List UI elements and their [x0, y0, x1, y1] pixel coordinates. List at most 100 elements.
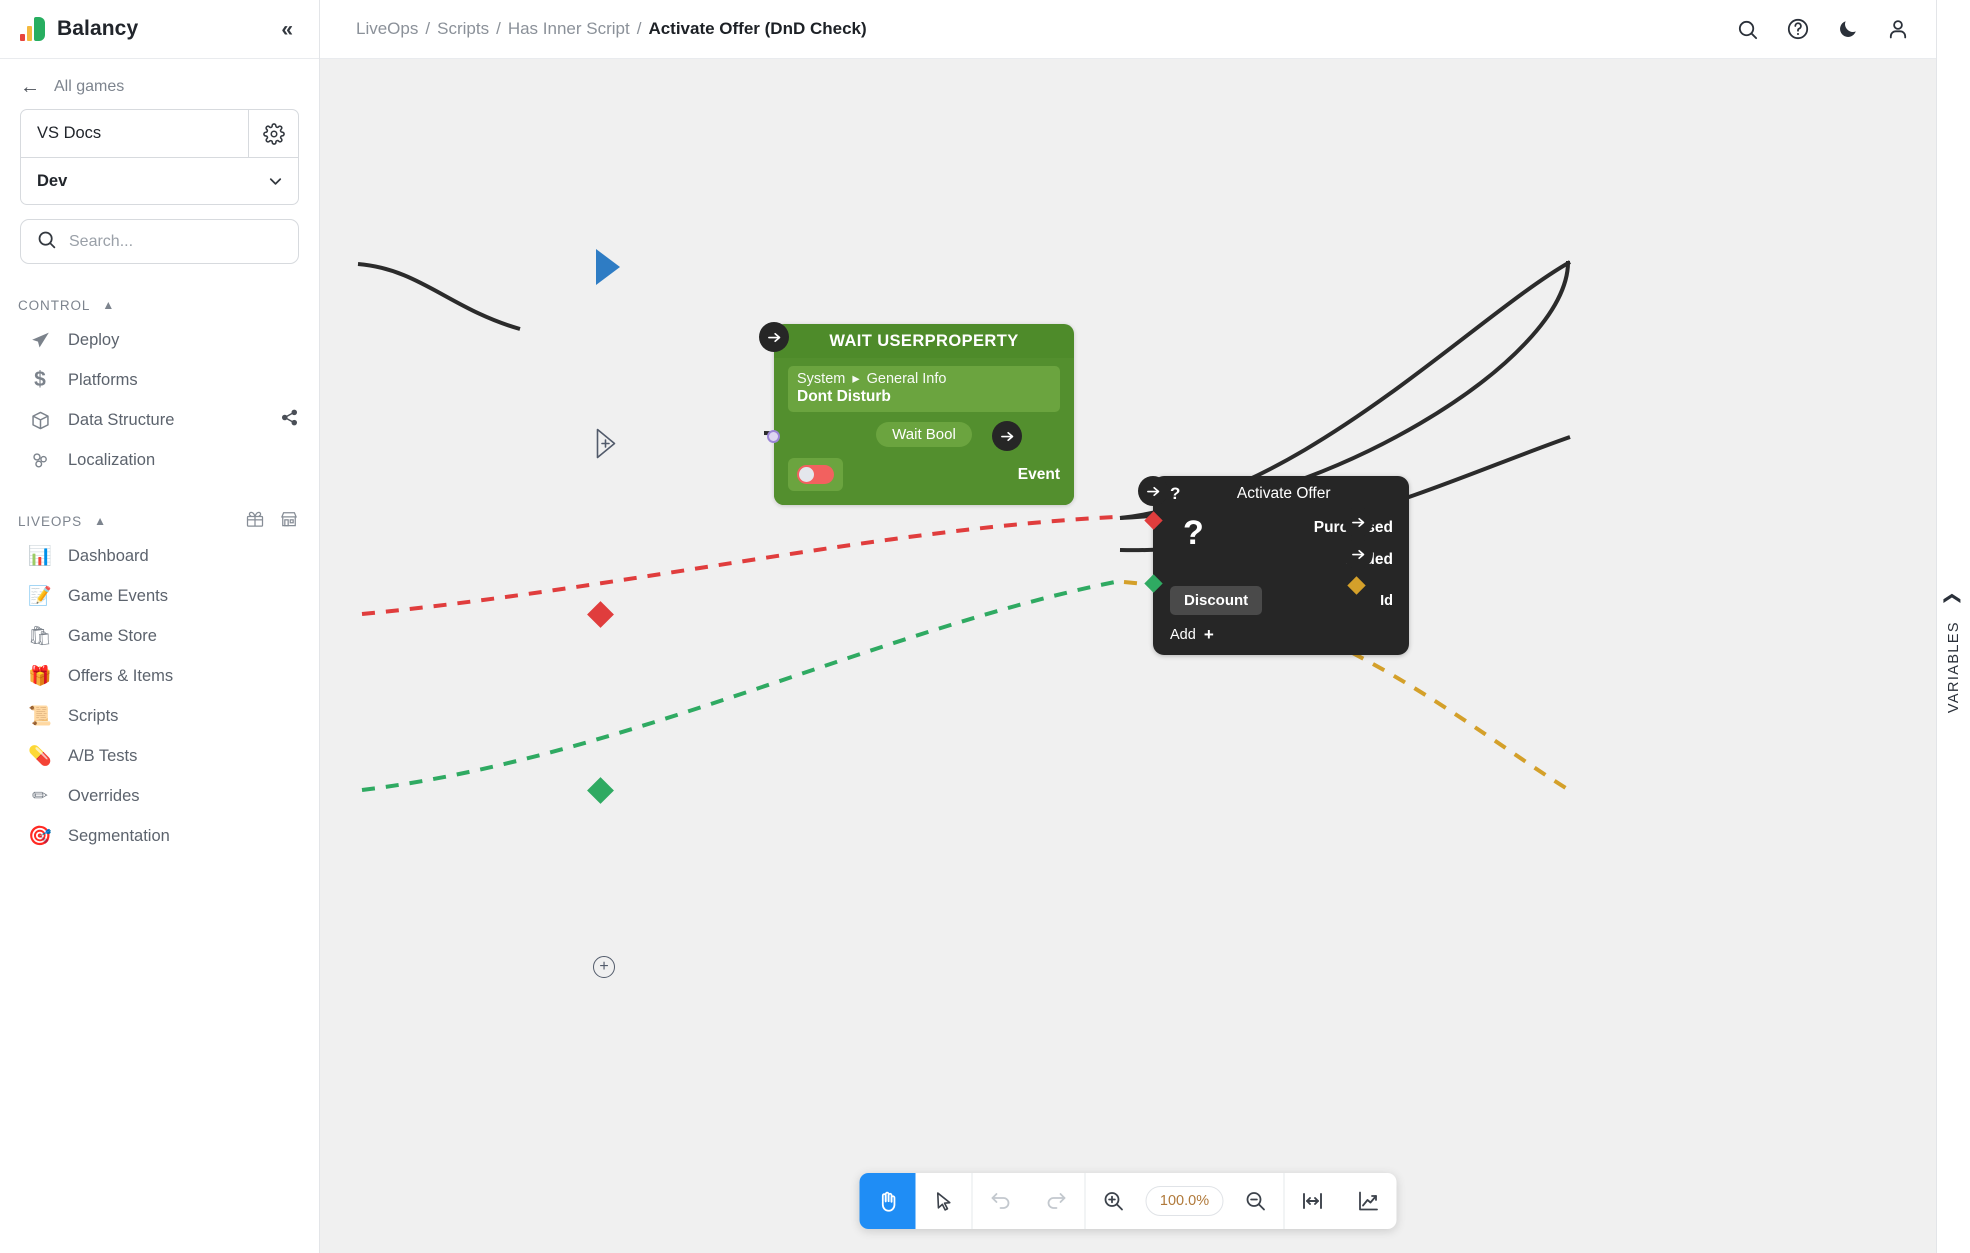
sidebar-item-label: Localization — [68, 451, 155, 470]
script-canvas[interactable]: + + ❮ WAIT USERPROPERTY System ▸ General… — [320, 59, 1936, 1253]
zoom-out-button[interactable] — [1228, 1173, 1284, 1229]
zoom-level-value[interactable]: 100.0% — [1146, 1186, 1224, 1216]
node-wait-userproperty[interactable]: WAIT USERPROPERTY System ▸ General Info … — [774, 324, 1074, 505]
user-account-icon[interactable] — [1886, 17, 1910, 41]
sidebar-item-platforms[interactable]: $Platforms — [0, 360, 319, 400]
node-output-label-id: Id — [1380, 593, 1393, 609]
sidebar-item-overrides[interactable]: ✏ Overrides — [0, 776, 319, 816]
bar-chart-emoji-icon: 📊 — [28, 544, 52, 568]
sidebar-item-label: Game Events — [68, 587, 168, 606]
sidebar-item-segmentation[interactable]: 🎯Segmentation — [0, 816, 319, 856]
node-input-port[interactable] — [759, 322, 789, 352]
sidebar-search — [0, 205, 319, 264]
edge-connections — [320, 59, 1936, 1253]
pan-hand-tool[interactable] — [860, 1173, 916, 1229]
wait-bool-toggle[interactable] — [788, 458, 843, 491]
sidebar-item-dashboard[interactable]: 📊Dashboard — [0, 536, 319, 576]
brand-row: Balancy « — [0, 0, 319, 59]
sidebar-item-label: Data Structure — [68, 411, 174, 430]
breadcrumb-separator: / — [489, 19, 508, 39]
sidebar-item-label: Offers & Items — [68, 667, 173, 686]
sidebar-item-game-store[interactable]: 🛍Game Store — [0, 616, 319, 656]
chevron-up-icon[interactable]: ▲ — [94, 514, 106, 528]
node-property-field[interactable]: System ▸ General Info Dont Disturb — [788, 366, 1060, 412]
analytics-button[interactable] — [1341, 1173, 1397, 1229]
pencil-emoji-icon: ✏ — [28, 785, 52, 808]
dark-mode-moon-icon[interactable] — [1837, 18, 1859, 40]
environment-selector-value: Dev — [21, 172, 252, 191]
nav-section-header[interactable]: CONTROL ▲ — [0, 290, 319, 320]
sidebar-item-label: Overrides — [68, 787, 140, 806]
sidebar: Balancy « ← All games VS Docs — [0, 0, 320, 1253]
breadcrumb: LiveOps/Scripts/Has Inner Script/Activat… — [356, 19, 867, 39]
sidebar-item-game-events[interactable]: 📝 Game Events — [0, 576, 319, 616]
property-scope: System — [797, 371, 845, 387]
chevron-up-icon[interactable]: ▲ — [102, 298, 114, 312]
sidebar-item-label: Scripts — [68, 707, 118, 726]
search-input[interactable] — [69, 233, 283, 251]
dollar-icon: $ — [28, 368, 52, 392]
all-games-label: All games — [54, 78, 124, 96]
breadcrumb-separator: / — [630, 19, 649, 39]
sidebar-item-scripts[interactable]: 📜 Scripts — [0, 696, 319, 736]
sidebar-collapse-icon[interactable]: « — [277, 15, 297, 44]
node-output-port-event[interactable] — [992, 421, 1022, 451]
node-output-port-ended[interactable] — [1343, 539, 1373, 569]
variables-panel-label[interactable]: VARIABLES — [1946, 621, 1962, 713]
node-output-label-event: Event — [1018, 466, 1060, 484]
node-activate-offer[interactable]: ? Activate Offer ? Purchased Ended Disco… — [1153, 476, 1409, 655]
nav-section-title: CONTROL — [18, 298, 90, 313]
breadcrumb-item-2[interactable]: Has Inner Script — [508, 19, 630, 39]
node-unknown-badge-icon: ? — [1170, 484, 1180, 504]
add-node-bottom-left[interactable]: + — [593, 956, 615, 978]
store-outline-icon[interactable] — [279, 509, 299, 533]
canvas-input-marker-left[interactable] — [596, 249, 620, 290]
sidebar-item-deploy[interactable]: Deploy — [0, 320, 319, 360]
search-icon[interactable] — [1736, 18, 1759, 41]
game-selector[interactable]: VS Docs — [21, 110, 298, 157]
redo-button[interactable] — [1029, 1173, 1085, 1229]
game-selector-value: VS Docs — [21, 124, 248, 143]
gear-icon[interactable] — [248, 110, 298, 157]
undo-button[interactable] — [973, 1173, 1029, 1229]
node-bool-input-port[interactable] — [767, 430, 780, 443]
blocks-icon — [28, 450, 52, 471]
fit-width-button[interactable] — [1285, 1173, 1341, 1229]
node-add-param-button[interactable]: Add + — [1153, 615, 1409, 655]
sidebar-item-offers-items[interactable]: 🎁 Offers & Items — [0, 656, 319, 696]
node-input-port[interactable] — [1138, 476, 1168, 506]
chevron-left-icon[interactable]: ❮ — [1945, 591, 1962, 605]
app-title: Balancy — [57, 17, 138, 41]
add-input-port-left[interactable] — [596, 428, 616, 464]
share-icon[interactable] — [280, 408, 299, 432]
property-group: General Info — [867, 371, 947, 387]
node-title: Activate Offer — [1180, 485, 1393, 503]
breadcrumb-item-1[interactable]: Scripts — [437, 19, 489, 39]
sidebar-item-label: A/B Tests — [68, 747, 137, 766]
sidebar-item-label: Deploy — [68, 331, 119, 350]
chevron-down-icon[interactable] — [252, 172, 298, 191]
gift-emoji-icon: 🎁 — [28, 664, 52, 688]
help-circle-icon[interactable] — [1786, 17, 1810, 41]
nav-section-header[interactable]: LIVEOPS▲ — [0, 506, 319, 536]
arrow-left-icon: ← — [20, 77, 40, 97]
gift-outline-icon[interactable] — [245, 509, 265, 533]
select-cursor-tool[interactable] — [916, 1173, 972, 1229]
scroll-emoji-icon: 📜 — [28, 704, 52, 728]
sidebar-item-data-structure[interactable]: Data Structure — [0, 400, 319, 440]
environment-selector[interactable]: Dev — [21, 157, 298, 204]
topbar: LiveOps/Scripts/Has Inner Script/Activat… — [320, 0, 1936, 59]
notepad-emoji-icon: 📝 — [28, 584, 52, 608]
property-path-separator-icon: ▸ — [852, 371, 859, 387]
sidebar-item-localization[interactable]: Localization — [0, 440, 319, 480]
pill-emoji-icon: 💊 — [28, 744, 52, 768]
all-games-back-link[interactable]: ← All games — [0, 59, 319, 109]
node-title: WAIT USERPROPERTY — [774, 324, 1074, 358]
node-output-port-purchased[interactable] — [1343, 507, 1373, 537]
node-offer-chip-discount[interactable]: Discount — [1170, 586, 1262, 615]
zoom-in-button[interactable] — [1086, 1173, 1142, 1229]
node-mode-pill[interactable]: Wait Bool — [876, 422, 972, 447]
breadcrumb-item-0[interactable]: LiveOps — [356, 19, 418, 39]
sidebar-item-a-b-tests[interactable]: 💊 A/B Tests — [0, 736, 319, 776]
nav-section-control: CONTROL ▲ Deploy $Platforms Data Structure Lo… — [0, 290, 319, 480]
